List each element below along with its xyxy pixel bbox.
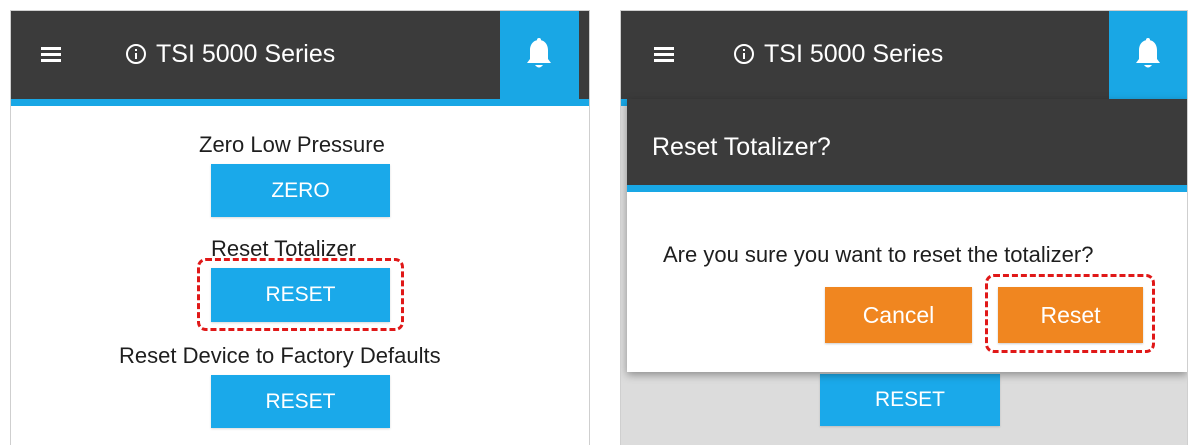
dialog-accent-bar bbox=[627, 185, 1187, 192]
header-accent-bar bbox=[11, 99, 589, 106]
notifications-button[interactable] bbox=[500, 11, 579, 99]
reset-factory-button[interactable]: RESET bbox=[211, 375, 390, 428]
app-header: TSI 5000 Series bbox=[11, 11, 589, 99]
right-screen: TSI 5000 Series RESET Reset Totalizer? A… bbox=[620, 10, 1188, 445]
notifications-button[interactable] bbox=[1109, 11, 1187, 99]
reset-factory-defaults-label: Reset Device to Factory Defaults bbox=[119, 343, 441, 368]
app-title: TSI 5000 Series bbox=[156, 40, 336, 68]
hamburger-menu-icon[interactable] bbox=[654, 47, 674, 62]
zero-button[interactable]: ZERO bbox=[211, 164, 390, 217]
reset-totalizer-dialog: Reset Totalizer? Are you sure you want t… bbox=[627, 99, 1187, 372]
app-header: TSI 5000 Series bbox=[621, 11, 1187, 99]
dialog-header: Reset Totalizer? bbox=[627, 99, 1187, 185]
dialog-title: Reset Totalizer? bbox=[652, 133, 831, 161]
dialog-message: Are you sure you want to reset the total… bbox=[663, 242, 1094, 267]
app-title: TSI 5000 Series bbox=[764, 40, 944, 68]
confirm-reset-button[interactable]: Reset bbox=[998, 287, 1143, 343]
hamburger-menu-icon[interactable] bbox=[41, 47, 61, 62]
zero-low-pressure-label: Zero Low Pressure bbox=[199, 132, 385, 157]
reset-totalizer-button[interactable]: RESET bbox=[211, 268, 390, 322]
info-icon[interactable] bbox=[126, 44, 146, 64]
bell-icon bbox=[1136, 38, 1160, 68]
background-reset-button: RESET bbox=[820, 374, 1000, 426]
bell-icon bbox=[527, 38, 551, 68]
cancel-button[interactable]: Cancel bbox=[825, 287, 972, 343]
left-screen: TSI 5000 Series Zero Low Pressure ZERO R… bbox=[10, 10, 590, 445]
info-icon[interactable] bbox=[734, 44, 754, 64]
